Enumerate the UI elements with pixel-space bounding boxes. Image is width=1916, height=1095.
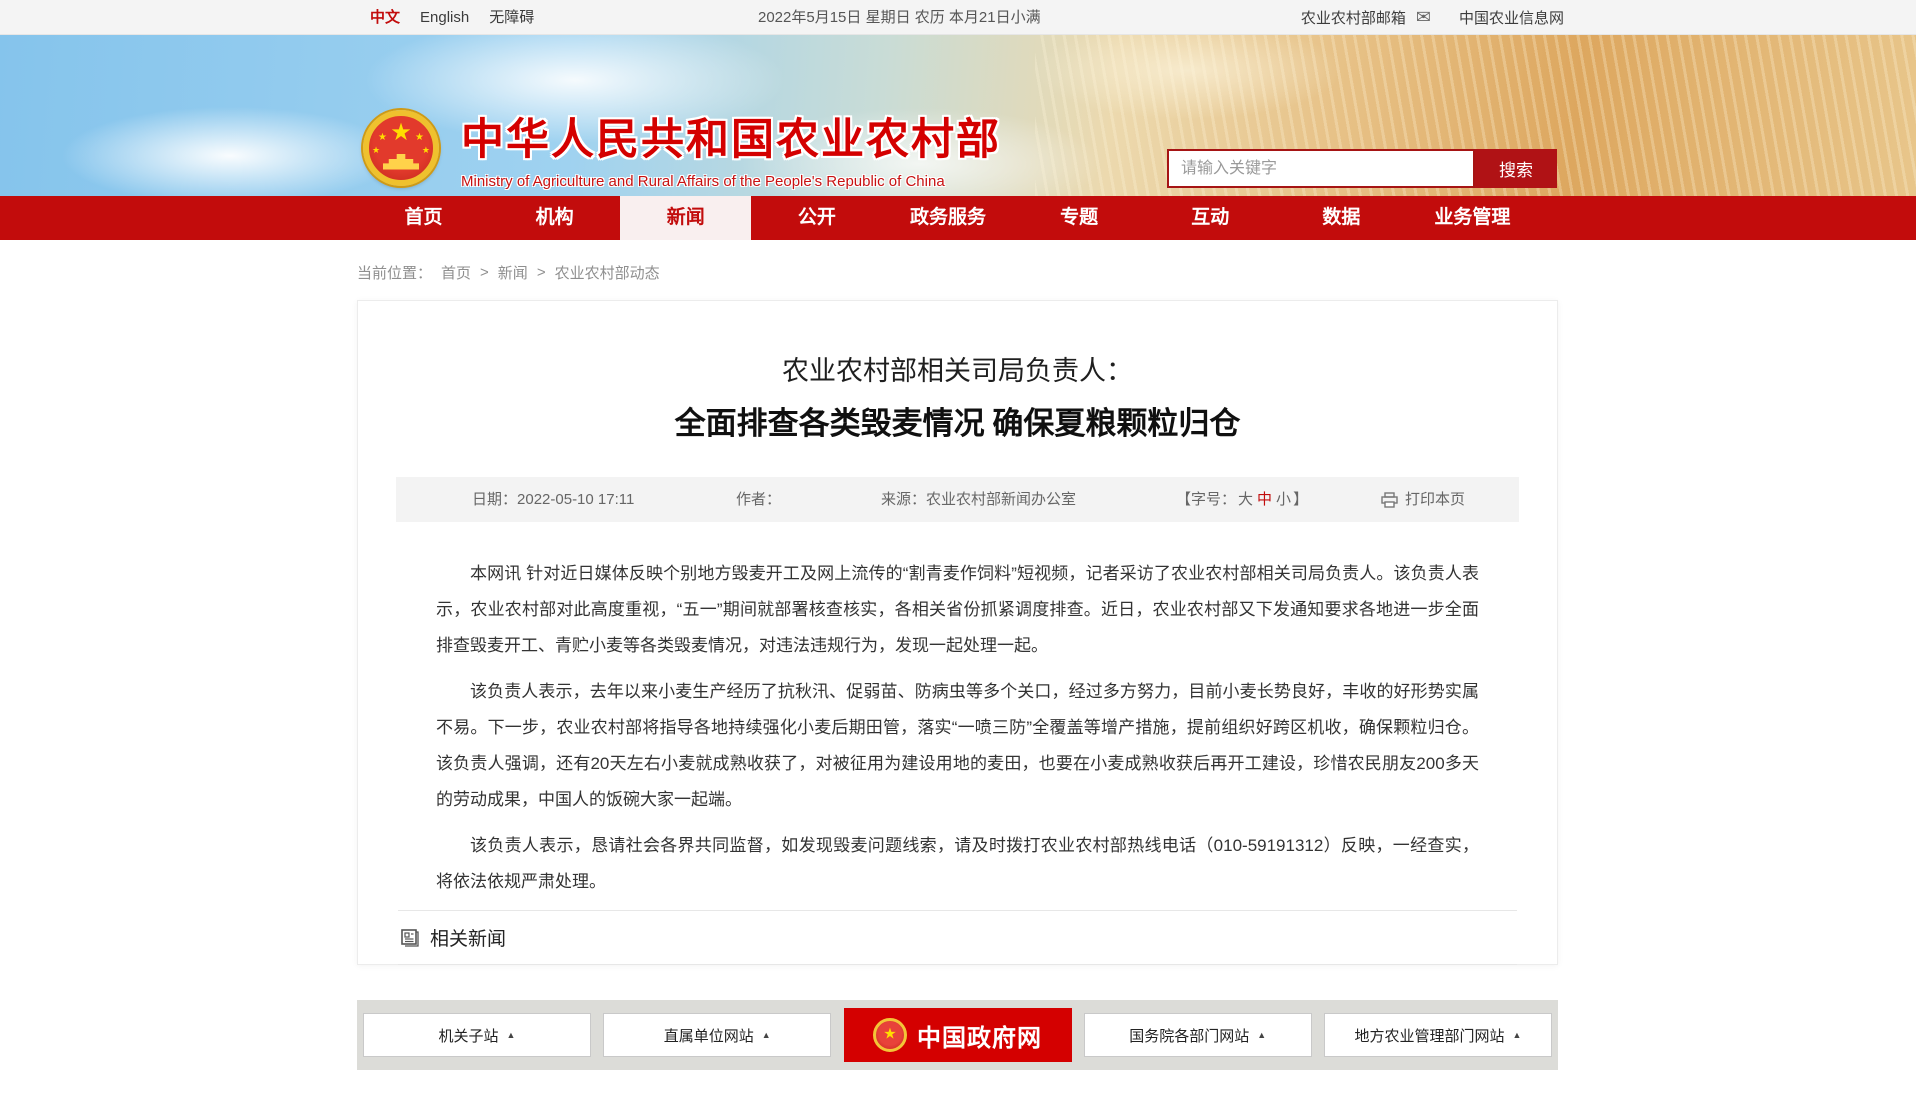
nav-item-services[interactable]: 政务服务 [882,196,1013,240]
article-title-line2: 全面排查各类毁麦情况 确保夏粮颗粒归仓 [358,398,1557,443]
search-input[interactable] [1167,149,1475,188]
emblem-star-icon: ★ [378,133,387,143]
font-size-open-bracket: 【字号： [1176,491,1236,508]
chevron-up-icon: ▲ [1257,1030,1266,1040]
meta-author-label: 作者： [736,477,781,522]
related-news-icon [400,928,420,948]
related-news-section: 相关新闻 [398,910,1517,965]
nav-item-home[interactable]: 首页 [358,196,489,240]
brand-text: 中华人民共和国农业农村部 Ministry of Agriculture and… [461,105,1001,190]
font-size-control: 【字号：大中小】 [1176,477,1308,522]
mail-icon[interactable]: ✉ [1416,7,1431,28]
meta-date: 日期：2022-05-10 17:11 [472,477,634,522]
footer-dropdown-label: 直属单位网站 [664,1025,754,1046]
site-title: 中华人民共和国农业农村部 [461,105,1001,167]
emblem-gate-icon [383,154,419,170]
footer-dropdown-label: 国务院各部门网站 [1129,1025,1249,1046]
lang-chinese-link[interactable]: 中文 [370,0,400,35]
article-card: 农业农村部相关司局负责人： 全面排查各类毁麦情况 确保夏粮颗粒归仓 日期：202… [357,300,1558,965]
font-size-medium-button[interactable]: 中 [1255,491,1274,508]
national-emblem-logo: ★ ★ ★ ★ ★ [363,110,439,186]
breadcrumb: 当前位置： 首页 > 新闻 > 农业农村部动态 [357,262,660,283]
font-size-close-bracket: 】 [1293,491,1308,508]
chevron-up-icon: ▲ [762,1030,771,1040]
footer-link-strip: 机关子站 ▲ 直属单位网站 ▲ ★ 中国政府网 国务院各部门网站 ▲ 地方农业管… [357,1000,1558,1070]
footer-dropdown-affiliated-units[interactable]: 直属单位网站 ▲ [603,1013,831,1057]
font-size-large-button[interactable]: 大 [1236,491,1255,508]
emblem-star-icon: ★ [372,146,380,155]
topbar: 中文 English 无障碍 2022年5月15日 星期日 农历 本月21日小满… [0,0,1916,35]
nav-item-business[interactable]: 业务管理 [1407,196,1538,240]
search-button[interactable]: 搜索 [1475,149,1557,188]
footer-dropdown-label: 机关子站 [439,1025,499,1046]
meta-source: 来源：农业农村部新闻办公室 [881,477,1076,522]
agri-info-site-link[interactable]: 中国农业信息网 [1459,7,1564,28]
topbar-right: 农业农村部邮箱 ✉ 中国农业信息网 [1301,0,1564,35]
gov-website-label: 中国政府网 [917,1018,1042,1053]
footer-dropdown-subsites[interactable]: 机关子站 ▲ [363,1013,591,1057]
meta-source-value: 农业农村部新闻办公室 [926,491,1076,508]
gov-website-banner[interactable]: ★ 中国政府网 [844,1008,1072,1062]
chevron-up-icon: ▲ [507,1030,516,1040]
footer-dropdown-label: 地方农业管理部门网站 [1355,1025,1505,1046]
nav-item-disclosure[interactable]: 公开 [751,196,882,240]
breadcrumb-label: 当前位置： [357,262,432,283]
nav-item-org[interactable]: 机构 [489,196,620,240]
emblem-star-icon: ★ [390,121,412,145]
search-box: 搜索 [1167,149,1557,188]
related-news-title: 相关新闻 [430,924,506,951]
nav-item-interaction[interactable]: 互动 [1145,196,1276,240]
chevron-up-icon: ▲ [1513,1030,1522,1040]
main-nav-items: 首页 机构 新闻 公开 政务服务 专题 互动 数据 业务管理 [358,196,1538,240]
emblem-star-icon: ★ [883,1026,896,1041]
meta-date-value: 2022-05-10 17:11 [517,491,634,508]
lang-english-link[interactable]: English [420,0,469,35]
printer-icon [1381,492,1398,508]
article-meta-bar: 日期：2022-05-10 17:11 作者： 来源：农业农村部新闻办公室 【字… [396,477,1519,522]
font-size-small-button[interactable]: 小 [1274,491,1293,508]
mailbox-link[interactable]: 农业农村部邮箱 [1301,7,1406,28]
article-paragraph: 该负责人表示，恳请社会各界共同监督，如发现毁麦问题线索，请及时拨打农业农村部热线… [436,828,1479,900]
meta-date-label: 日期： [472,491,517,508]
footer-dropdown-local-agri-departments[interactable]: 地方农业管理部门网站 ▲ [1324,1013,1552,1057]
meta-source-label: 来源： [881,491,926,508]
article-paragraph: 该负责人表示，去年以来小麦生产经历了抗秋汛、促弱苗、防病虫等多个关口，经过多方努… [436,674,1479,818]
ministry-brand[interactable]: ★ ★ ★ ★ ★ 中华人民共和国农业农村部 Ministry of Agric… [363,105,1001,190]
print-page-button[interactable]: 打印本页 [1381,477,1465,522]
accessibility-link[interactable]: 无障碍 [489,0,534,35]
breadcrumb-current[interactable]: 农业农村部动态 [555,262,660,283]
date-text: 2022年5月15日 星期日 农历 本月21日小满 [758,0,1041,35]
banner-header: ★ ★ ★ ★ ★ 中华人民共和国农业农村部 Ministry of Agric… [0,35,1916,196]
nav-item-data[interactable]: 数据 [1276,196,1407,240]
nav-item-topics[interactable]: 专题 [1014,196,1145,240]
site-subtitle: Ministry of Agriculture and Rural Affair… [461,173,1001,190]
article-title-line1: 农业农村部相关司局负责人： [358,349,1557,388]
print-page-label: 打印本页 [1405,477,1465,522]
main-nav: 首页 机构 新闻 公开 政务服务 专题 互动 数据 业务管理 [0,196,1916,240]
article-paragraph: 本网讯 针对近日媒体反映个别地方毁麦开工及网上流传的“割青麦作饲料”短视频，记者… [436,556,1479,664]
breadcrumb-separator: > [537,264,546,281]
gov-emblem-icon: ★ [873,1018,907,1052]
article-body: 本网讯 针对近日媒体反映个别地方毁麦开工及网上流传的“割青麦作饲料”短视频，记者… [436,556,1479,900]
emblem-star-icon: ★ [415,133,424,143]
topbar-left: 中文 English 无障碍 [370,0,534,35]
breadcrumb-home[interactable]: 首页 [441,262,471,283]
emblem-star-icon: ★ [422,146,430,155]
footer-dropdown-state-council-departments[interactable]: 国务院各部门网站 ▲ [1084,1013,1312,1057]
breadcrumb-separator: > [480,264,489,281]
breadcrumb-news[interactable]: 新闻 [498,262,528,283]
nav-item-news[interactable]: 新闻 [620,196,751,240]
